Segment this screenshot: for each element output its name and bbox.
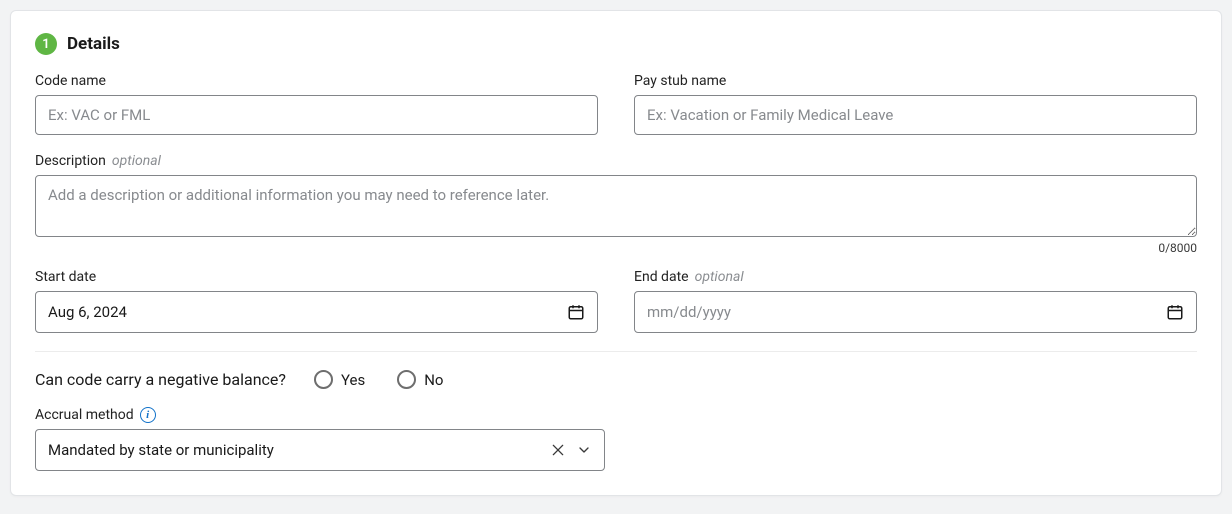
- description-char-count: 0/8000: [35, 241, 1197, 255]
- end-date-field: End date optional: [634, 269, 1197, 333]
- accrual-method-label: Accrual method i: [35, 407, 605, 423]
- chevron-down-icon[interactable]: [576, 442, 592, 458]
- accrual-method-value: Mandated by state or municipality: [48, 441, 274, 459]
- description-label: Description optional: [35, 153, 1197, 169]
- radio-no-label: No: [424, 371, 443, 389]
- divider: [35, 351, 1197, 352]
- clear-icon[interactable]: [550, 442, 566, 458]
- end-date-label-text: End date: [634, 269, 689, 285]
- end-date-optional-text: optional: [695, 269, 744, 285]
- info-icon[interactable]: i: [140, 407, 156, 423]
- start-date-input-wrap[interactable]: [35, 291, 598, 333]
- code-name-label: Code name: [35, 73, 598, 89]
- end-date-label: End date optional: [634, 269, 1197, 285]
- start-date-label: Start date: [35, 269, 598, 285]
- pay-stub-name-input[interactable]: [634, 95, 1197, 135]
- negative-balance-question: Can code carry a negative balance?: [35, 370, 286, 389]
- negative-balance-no[interactable]: No: [397, 370, 443, 389]
- code-name-input[interactable]: [35, 95, 598, 135]
- code-name-field: Code name: [35, 73, 598, 135]
- negative-balance-yes[interactable]: Yes: [314, 370, 365, 389]
- radio-icon: [397, 370, 416, 389]
- section-header: 1 Details: [35, 33, 1197, 55]
- end-date-input-wrap[interactable]: [634, 291, 1197, 333]
- description-textarea[interactable]: [35, 175, 1197, 237]
- section-title: Details: [67, 34, 120, 54]
- start-date-field: Start date: [35, 269, 598, 333]
- pay-stub-name-label: Pay stub name: [634, 73, 1197, 89]
- radio-icon: [314, 370, 333, 389]
- calendar-icon: [567, 303, 585, 321]
- end-date-input[interactable]: [647, 303, 1166, 321]
- radio-yes-label: Yes: [341, 371, 365, 389]
- description-label-text: Description: [35, 153, 106, 169]
- description-optional-text: optional: [112, 153, 161, 169]
- pay-stub-name-field: Pay stub name: [634, 73, 1197, 135]
- accrual-method-label-text: Accrual method: [35, 407, 134, 423]
- select-icons: [550, 442, 592, 458]
- description-field: Description optional 0/8000: [35, 153, 1197, 255]
- negative-balance-row: Can code carry a negative balance? Yes N…: [35, 370, 1197, 389]
- accrual-method-field: Accrual method i Mandated by state or mu…: [35, 407, 605, 471]
- calendar-icon: [1166, 303, 1184, 321]
- negative-balance-radio-group: Yes No: [314, 370, 444, 389]
- accrual-method-select[interactable]: Mandated by state or municipality: [35, 429, 605, 471]
- step-badge: 1: [35, 33, 57, 55]
- details-card: 1 Details Code name Pay stub name Descri…: [10, 10, 1222, 496]
- start-date-input[interactable]: [48, 303, 567, 321]
